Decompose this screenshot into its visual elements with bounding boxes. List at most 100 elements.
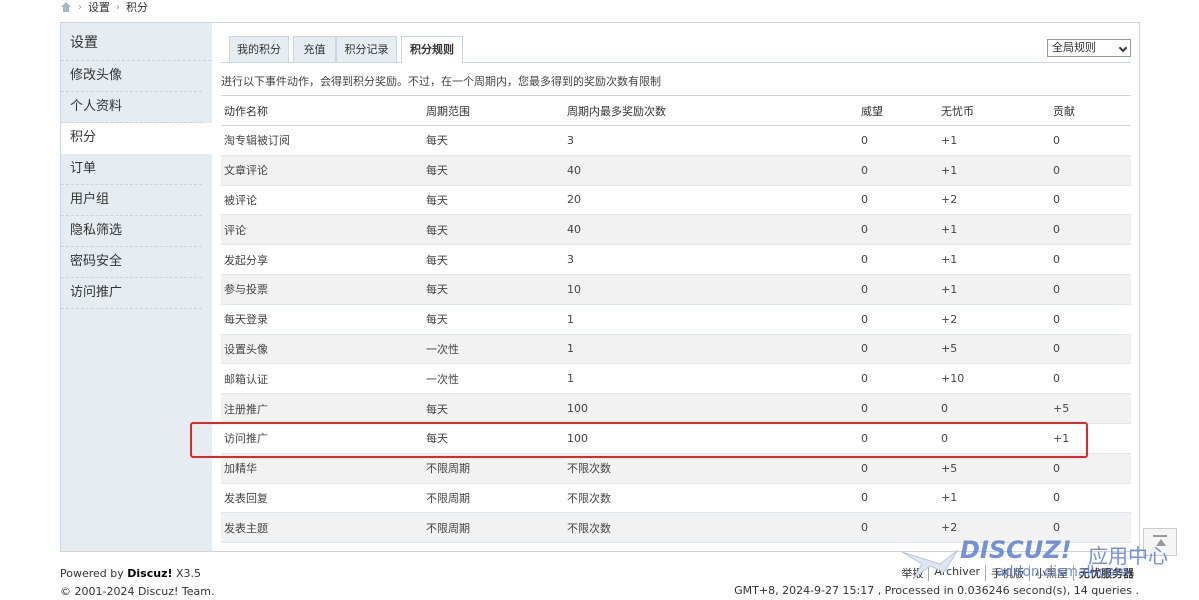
sidebar-item-promotion[interactable]: 访问推广: [61, 278, 202, 309]
table-cell: +1: [938, 155, 1050, 185]
rules-description: 进行以下事件动作，会得到积分奖励。不过，在一个周期内，您最多得到的奖励次数有限制: [221, 73, 661, 89]
table-cell: +2: [938, 304, 1050, 334]
breadcrumb-settings[interactable]: 设置: [88, 0, 110, 15]
rules-table: 动作名称 周期范围 周期内最多奖励次数 威望 无忧币 贡献 淘专辑被订阅每天30…: [221, 95, 1131, 543]
breadcrumb-separator-icon: ›: [78, 2, 82, 13]
table-cell: 每天: [423, 215, 564, 245]
tab-recharge[interactable]: 充值: [293, 36, 336, 63]
column-header: 周期内最多奖励次数: [564, 96, 858, 126]
table-cell: 0: [858, 364, 938, 394]
table-cell: 每天: [423, 274, 564, 304]
table-row: 注册推广每天10000+5: [221, 394, 1131, 424]
table-row: 参与投票每天100+10: [221, 274, 1131, 304]
table-row: 设置头像一次性10+50: [221, 334, 1131, 364]
watermark-url: addon.dismall.com: [996, 564, 1129, 580]
table-cell: 一次性: [423, 364, 564, 394]
table-cell: 每天: [423, 185, 564, 215]
scope-select[interactable]: 全局规则: [1047, 39, 1131, 57]
sidebar-item-credits[interactable]: 积分: [61, 123, 212, 154]
table-cell: 10: [564, 274, 858, 304]
table-cell: 0: [1050, 304, 1131, 334]
powered-brand-link[interactable]: Discuz!: [127, 567, 172, 580]
table-cell: 0: [938, 394, 1050, 424]
table-cell: 设置头像: [221, 334, 423, 364]
table-cell: 评论: [221, 215, 423, 245]
table-cell: 0: [1050, 126, 1131, 156]
table-cell: 不限次数: [564, 483, 858, 513]
bird-logo-icon: [900, 542, 960, 582]
table-cell: +1: [938, 483, 1050, 513]
sidebar: 设置 修改头像 个人资料 积分 订单 用户组 隐私筛选 密码安全 访问推广: [61, 23, 212, 551]
watermark-title: DISCUZ!: [960, 536, 1072, 564]
table-cell: 0: [858, 274, 938, 304]
table-cell: +5: [938, 334, 1050, 364]
table-cell: 0: [1050, 245, 1131, 275]
table-cell: 1: [564, 334, 858, 364]
breadcrumb-credits[interactable]: 积分: [126, 0, 148, 15]
table-cell: 0: [858, 155, 938, 185]
home-icon[interactable]: [60, 2, 72, 12]
table-row: 邮箱认证一次性10+100: [221, 364, 1131, 394]
powered-prefix: Powered by: [60, 567, 127, 580]
table-cell: 每天: [423, 126, 564, 156]
breadcrumb: › 设置 › 积分: [60, 0, 148, 14]
table-cell: 0: [1050, 215, 1131, 245]
tab-credit-rules[interactable]: 积分规则: [401, 36, 463, 64]
table-cell: 淘专辑被订阅: [221, 126, 423, 156]
sidebar-item-usergroup[interactable]: 用户组: [61, 185, 202, 216]
table-cell: 不限周期: [423, 513, 564, 543]
table-cell: 40: [564, 155, 858, 185]
tab-credit-log[interactable]: 积分记录: [336, 36, 397, 63]
sidebar-item-password[interactable]: 密码安全: [61, 247, 202, 278]
powered-by: Powered by Discuz! X3.5: [60, 565, 214, 583]
table-cell: 每天登录: [221, 304, 423, 334]
table-cell: 注册推广: [221, 394, 423, 424]
watermark-logo: DISCUZ! 应用中心 addon.dismall.com: [900, 536, 1190, 586]
sidebar-item-avatar[interactable]: 修改头像: [61, 61, 202, 92]
tab-my-credits[interactable]: 我的积分: [229, 36, 289, 63]
table-cell: 不限周期: [423, 483, 564, 513]
table-cell: +1: [938, 274, 1050, 304]
table-cell: 每天: [423, 245, 564, 275]
table-cell: 发表主题: [221, 513, 423, 543]
table-row: 被评论每天200+20: [221, 185, 1131, 215]
highlight-box: [190, 422, 1088, 458]
copyright: © 2001-2024 Discuz! Team.: [60, 583, 214, 600]
table-cell: 100: [564, 394, 858, 424]
table-cell: +10: [938, 364, 1050, 394]
table-cell: 0: [858, 483, 938, 513]
table-cell: 3: [564, 245, 858, 275]
table-cell: 0: [858, 304, 938, 334]
table-cell: 0: [1050, 274, 1131, 304]
sidebar-item-privacy[interactable]: 隐私筛选: [61, 216, 202, 247]
table-cell: 3: [564, 126, 858, 156]
table-cell: 不限次数: [564, 513, 858, 543]
table-row: 发起分享每天30+10: [221, 245, 1131, 275]
table-cell: 参与投票: [221, 274, 423, 304]
table-cell: 0: [1050, 364, 1131, 394]
table-cell: 邮箱认证: [221, 364, 423, 394]
table-cell: 一次性: [423, 334, 564, 364]
table-cell: 被评论: [221, 185, 423, 215]
table-cell: 0: [858, 126, 938, 156]
footer-credits: Powered by Discuz! X3.5 © 2001-2024 Disc…: [60, 565, 214, 600]
tab-bar: 我的积分 充值 积分记录 积分规则: [221, 36, 1131, 63]
settings-panel: 设置 修改头像 个人资料 积分 订单 用户组 隐私筛选 密码安全 访问推广 我的…: [60, 22, 1140, 552]
table-row: 淘专辑被订阅每天30+10: [221, 126, 1131, 156]
column-header: 周期范围: [423, 96, 564, 126]
table-cell: 1: [564, 304, 858, 334]
column-header: 贡献: [1050, 96, 1131, 126]
chevron-down-icon: [1119, 44, 1127, 52]
table-cell: 文章评论: [221, 155, 423, 185]
table-cell: 0: [858, 245, 938, 275]
column-header: 无忧币: [938, 96, 1050, 126]
table-cell: 每天: [423, 304, 564, 334]
sidebar-item-orders[interactable]: 订单: [61, 154, 202, 185]
table-cell: 每天: [423, 394, 564, 424]
powered-version: X3.5: [173, 567, 202, 580]
table-cell: 每天: [423, 155, 564, 185]
table-cell: 0: [858, 394, 938, 424]
sidebar-item-profile[interactable]: 个人资料: [61, 92, 202, 123]
table-cell: 发表回复: [221, 483, 423, 513]
column-header: 动作名称: [221, 96, 423, 126]
